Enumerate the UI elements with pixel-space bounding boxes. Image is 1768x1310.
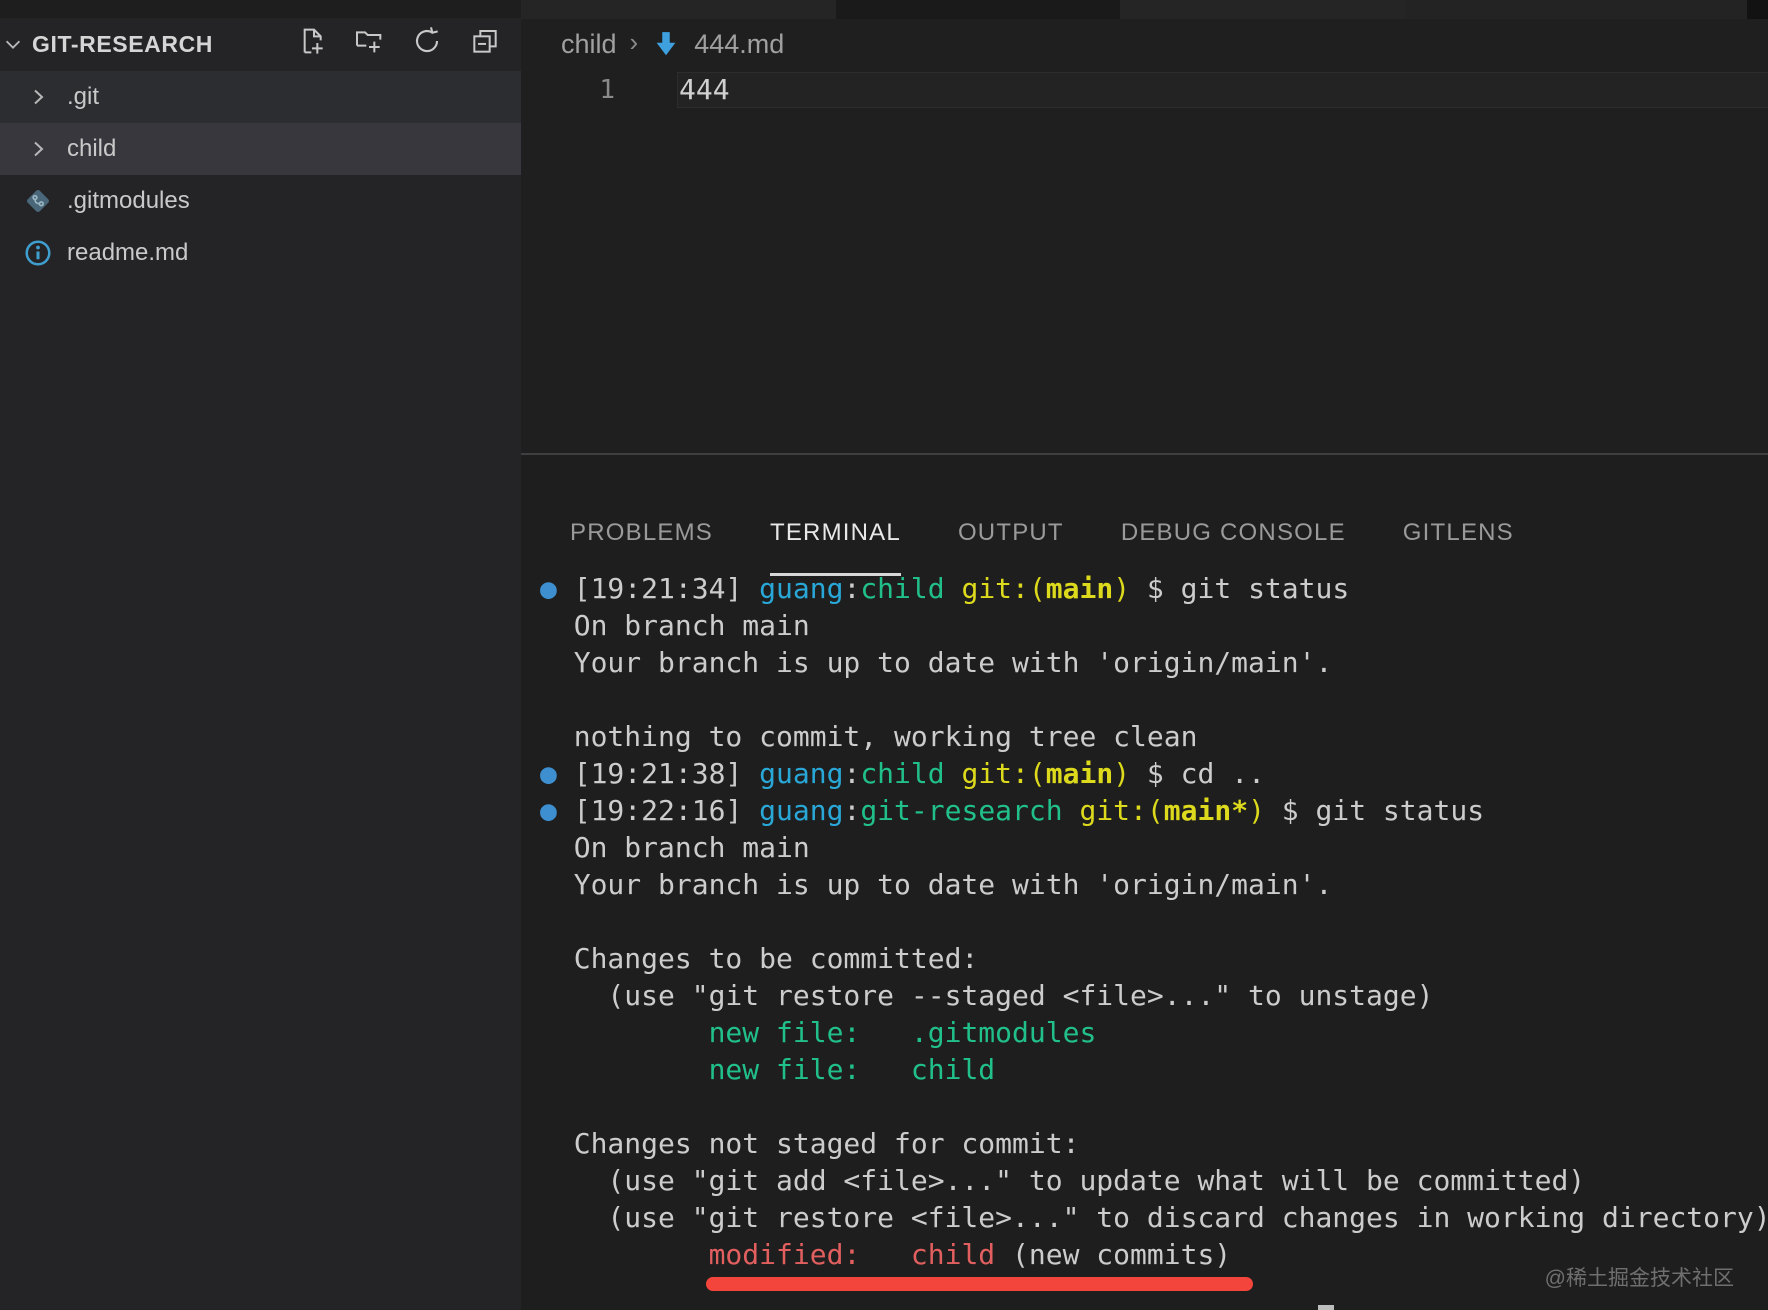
terminal-line: new file: .gitmodules: [540, 1014, 1768, 1051]
refresh-icon: [411, 25, 443, 57]
sidebar-item-readme-md[interactable]: readme.md: [0, 227, 521, 279]
breadcrumb-separator-icon: ›: [630, 27, 639, 58]
panel-tab-debug-console[interactable]: DEBUG CONSOLE: [1121, 492, 1346, 576]
terminal-output[interactable]: ● [19:21:34] guang:child git:(main) $ gi…: [540, 570, 1768, 1273]
git-file-icon: [22, 185, 54, 217]
refresh-explorer-button[interactable]: [410, 24, 444, 58]
panel-tab-problems[interactable]: PROBLEMS: [570, 492, 713, 576]
chevron-right-icon: [22, 133, 54, 165]
sidebar-item-label: .git: [67, 83, 99, 111]
watermark: @稀土掘金技术社区: [1545, 1262, 1734, 1292]
terminal-cursor-fragment: [1318, 1305, 1334, 1310]
terminal-line: (use "git add <file>..." to update what …: [540, 1162, 1768, 1199]
breadcrumb-file[interactable]: 444.md: [694, 29, 784, 60]
terminal-line: Your branch is up to date with 'origin/m…: [540, 644, 1768, 681]
explorer-section-title: GIT-RESEARCH: [32, 31, 213, 58]
panel-tab-terminal[interactable]: TERMINAL: [770, 492, 901, 576]
current-line-highlight: [677, 72, 1768, 108]
sidebar-item-label: child: [67, 135, 116, 163]
editor-tab-fragment: [521, 0, 836, 19]
editor-tab-fragment: [1747, 0, 1768, 19]
sidebar-top-strip: [0, 0, 521, 18]
new-file-button[interactable]: [295, 24, 329, 58]
terminal-line: new file: child: [540, 1051, 1768, 1088]
terminal-line: nothing to commit, working tree clean: [540, 718, 1768, 755]
panel-tab-bar: PROBLEMS TERMINAL OUTPUT DEBUG CONSOLE GITLE…: [570, 492, 1514, 576]
terminal-line: Changes not staged for commit:: [540, 1125, 1768, 1162]
editor-tab-fragment: [836, 0, 1120, 19]
new-folder-button[interactable]: [352, 24, 386, 58]
terminal-line: ● [19:22:16] guang:git-research git:(mai…: [540, 792, 1768, 829]
terminal-line: (use "git restore --staged <file>..." to…: [540, 977, 1768, 1014]
markdown-file-icon: [651, 29, 681, 59]
editor-area: child › 444.md 1 444: [521, 0, 1768, 453]
collapse-all-icon: [469, 25, 501, 57]
sidebar-item-label: .gitmodules: [67, 187, 190, 215]
new-file-icon: [296, 25, 328, 57]
red-annotation-underline: [706, 1277, 1253, 1291]
sidebar-item-git[interactable]: .git: [0, 71, 521, 123]
new-folder-icon: [353, 25, 385, 57]
terminal-line: ● [19:21:34] guang:child git:(main) $ gi…: [540, 570, 1768, 607]
chevron-right-icon: [22, 81, 54, 113]
line-number: 1: [541, 72, 615, 108]
breadcrumb-folder[interactable]: child: [561, 29, 617, 60]
sidebar-item-label: readme.md: [67, 239, 188, 267]
chevron-down-icon: [2, 33, 24, 55]
terminal-line: Your branch is up to date with 'origin/m…: [540, 866, 1768, 903]
vscode-window: GIT-RESEARCH .git child .gitmodules readm…: [0, 0, 1768, 1310]
sidebar-item-gitmodules[interactable]: .gitmodules: [0, 175, 521, 227]
file-tree: .git child .gitmodules readme.md: [0, 71, 521, 279]
terminal-line: [540, 903, 1768, 940]
explorer-sidebar: GIT-RESEARCH .git child .gitmodules readm…: [0, 0, 521, 1310]
terminal-line: (use "git restore <file>..." to discard …: [540, 1199, 1768, 1236]
info-file-icon: [22, 237, 54, 269]
panel-tab-output[interactable]: OUTPUT: [958, 492, 1064, 576]
terminal-line: [540, 681, 1768, 718]
terminal-line: On branch main: [540, 829, 1768, 866]
terminal-line: [540, 1088, 1768, 1125]
code-line[interactable]: 444: [679, 72, 730, 108]
terminal-line: On branch main: [540, 607, 1768, 644]
editor-tab-fragment: [1120, 0, 1406, 19]
sidebar-item-child[interactable]: child: [0, 123, 521, 175]
terminal-line: ● [19:21:38] guang:child git:(main) $ cd…: [540, 755, 1768, 792]
editor-tab-fragment: [1406, 0, 1747, 19]
terminal-line: Changes to be committed:: [540, 940, 1768, 977]
collapse-folders-button[interactable]: [468, 24, 502, 58]
breadcrumb: child › 444.md: [561, 24, 784, 64]
panel-tab-gitlens[interactable]: GITLENS: [1403, 492, 1514, 576]
